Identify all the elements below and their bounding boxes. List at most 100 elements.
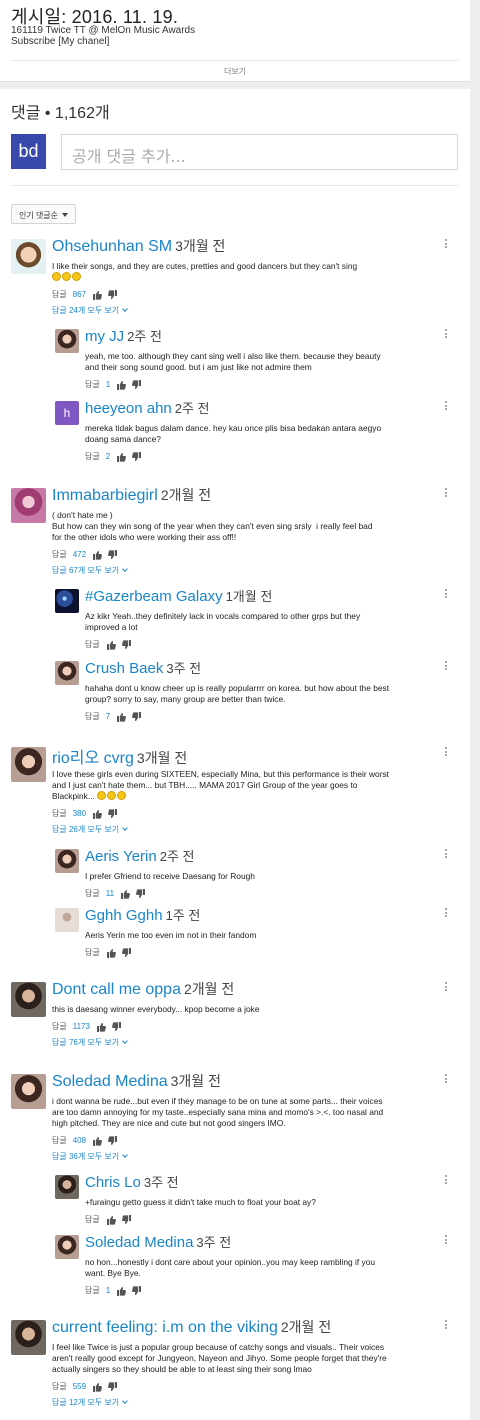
thumbs-up-icon[interactable] [116,380,127,390]
thumbs-up-icon[interactable] [106,640,116,650]
author-name[interactable]: Soledad Medina [52,1073,168,1090]
comment-author[interactable]: Chris Lo 3주 전 [85,1172,179,1191]
avatar[interactable]: h [55,401,79,425]
author-name[interactable]: heeyeon ahn [85,400,172,417]
avatar[interactable] [55,661,79,685]
comment-author[interactable]: Soledad Medina 3주 전 [85,1232,231,1251]
avatar[interactable] [11,982,46,1017]
thumbs-up-icon[interactable] [116,452,127,462]
author-name[interactable]: Crush Baek [85,660,163,677]
author-name[interactable]: Gghh Gghh [85,907,163,924]
thumbs-down-icon[interactable] [108,808,118,819]
comment-author[interactable]: Aeris Yerin 2주 전 [85,846,194,865]
reply-button[interactable]: 답글 [85,1286,100,1295]
more-options-icon[interactable] [445,401,448,412]
more-options-icon[interactable] [445,589,448,600]
thumbs-down-icon[interactable] [121,1214,132,1225]
thumbs-down-icon[interactable] [121,639,132,650]
comment-author[interactable]: #Gazerbeam Galaxy 1개월 전 [85,586,272,605]
avatar[interactable] [11,1320,46,1355]
thumbs-up-icon[interactable] [96,1022,106,1032]
thumbs-up-icon[interactable] [92,550,103,560]
author-name[interactable]: Immabarbiegirl [52,487,158,504]
thumbs-up-icon[interactable] [92,809,103,819]
comment-author[interactable]: Gghh Gghh 1주 전 [85,905,200,924]
comment-author[interactable]: rio리오 cvrg 3개월 전 [52,744,187,768]
author-name[interactable]: rio리오 cvrg [52,750,134,767]
reply-button[interactable]: 답글 [52,1382,67,1391]
add-comment-input[interactable]: 공개 댓글 추가... [61,134,458,170]
thumbs-down-icon[interactable] [132,379,142,390]
view-replies-toggle[interactable]: 답글 76개 모두 보기 [52,1037,128,1048]
thumbs-up-icon[interactable] [92,1136,103,1146]
more-options-icon[interactable] [445,329,448,340]
more-options-icon[interactable] [445,1320,448,1331]
reply-button[interactable]: 답글 [85,452,100,461]
show-more-button[interactable]: 더보기 [0,66,470,77]
thumbs-up-icon[interactable] [106,948,116,958]
reply-button[interactable]: 답글 [52,550,67,559]
author-name[interactable]: Ohsehunhan SM [52,238,172,255]
author-name[interactable]: Chris Lo [85,1174,141,1191]
comment-author[interactable]: Immabarbiegirl 2개월 전 [52,485,211,505]
thumbs-up-icon[interactable] [92,1382,103,1392]
sort-dropdown[interactable]: 인기 댓글순 [11,204,76,224]
thumbs-down-icon[interactable] [132,451,142,462]
thumbs-down-icon[interactable] [108,549,118,560]
comment-author[interactable]: my JJ 2주 전 [85,326,162,345]
more-options-icon[interactable] [445,661,448,672]
more-options-icon[interactable] [445,239,448,250]
reply-button[interactable]: 답글 [85,380,100,389]
reply-button[interactable]: 답글 [85,712,100,721]
thumbs-up-icon[interactable] [116,1286,127,1296]
reply-button[interactable]: 답글 [52,809,67,818]
avatar[interactable] [55,849,79,873]
thumbs-up-icon[interactable] [120,889,130,899]
author-name[interactable]: Aeris Yerin [85,848,157,865]
more-options-icon[interactable] [445,849,448,860]
thumbs-down-icon[interactable] [136,888,146,899]
reply-button[interactable]: 답글 [52,1136,67,1145]
comment-author[interactable]: Crush Baek 3주 전 [85,658,201,677]
comment-author[interactable]: heeyeon ahn 2주 전 [85,398,210,417]
view-replies-toggle[interactable]: 답글 36개 모두 보기 [52,1151,128,1162]
more-options-icon[interactable] [445,1074,448,1085]
author-name[interactable]: Dont call me oppa [52,981,181,998]
reply-button[interactable]: 답글 [85,889,100,898]
thumbs-down-icon[interactable] [132,711,142,722]
reply-button[interactable]: 답글 [85,948,100,957]
more-options-icon[interactable] [445,1175,448,1186]
more-options-icon[interactable] [445,488,448,499]
avatar[interactable] [55,589,79,613]
author-name[interactable]: Soledad Medina [85,1234,193,1251]
reply-button[interactable]: 답글 [52,290,67,299]
view-replies-toggle[interactable]: 답글 67개 모두 보기 [52,565,128,576]
avatar[interactable] [11,747,46,782]
reply-button[interactable]: 답글 [52,1022,67,1031]
avatar[interactable] [11,1074,46,1109]
thumbs-down-icon[interactable] [112,1021,122,1032]
thumbs-down-icon[interactable] [108,1381,118,1392]
more-options-icon[interactable] [445,982,448,993]
thumbs-down-icon[interactable] [108,1135,118,1146]
thumbs-down-icon[interactable] [121,947,132,958]
more-options-icon[interactable] [445,747,448,758]
reply-button[interactable]: 답글 [85,640,100,649]
view-replies-toggle[interactable]: 답글 12개 모두 보기 [52,1397,128,1408]
comment-author[interactable]: current feeling: i.m on the viking 2개월 전 [52,1317,331,1337]
comment-author[interactable]: Ohsehunhan SM 3개월 전 [52,236,225,256]
avatar[interactable] [55,329,79,353]
author-name[interactable]: #Gazerbeam Galaxy [85,588,223,605]
avatar[interactable] [55,1175,79,1199]
comment-author[interactable]: Dont call me oppa 2개월 전 [52,979,234,999]
avatar[interactable] [11,488,46,523]
avatar[interactable] [55,908,79,932]
view-replies-toggle[interactable]: 답글 26개 모두 보기 [52,824,128,835]
thumbs-up-icon[interactable] [116,712,127,722]
avatar[interactable] [55,1235,79,1259]
thumbs-up-icon[interactable] [106,1215,116,1225]
comment-author[interactable]: Soledad Medina 3개월 전 [52,1071,221,1091]
thumbs-down-icon[interactable] [108,289,118,300]
more-options-icon[interactable] [445,1235,448,1246]
thumbs-down-icon[interactable] [132,1285,142,1296]
